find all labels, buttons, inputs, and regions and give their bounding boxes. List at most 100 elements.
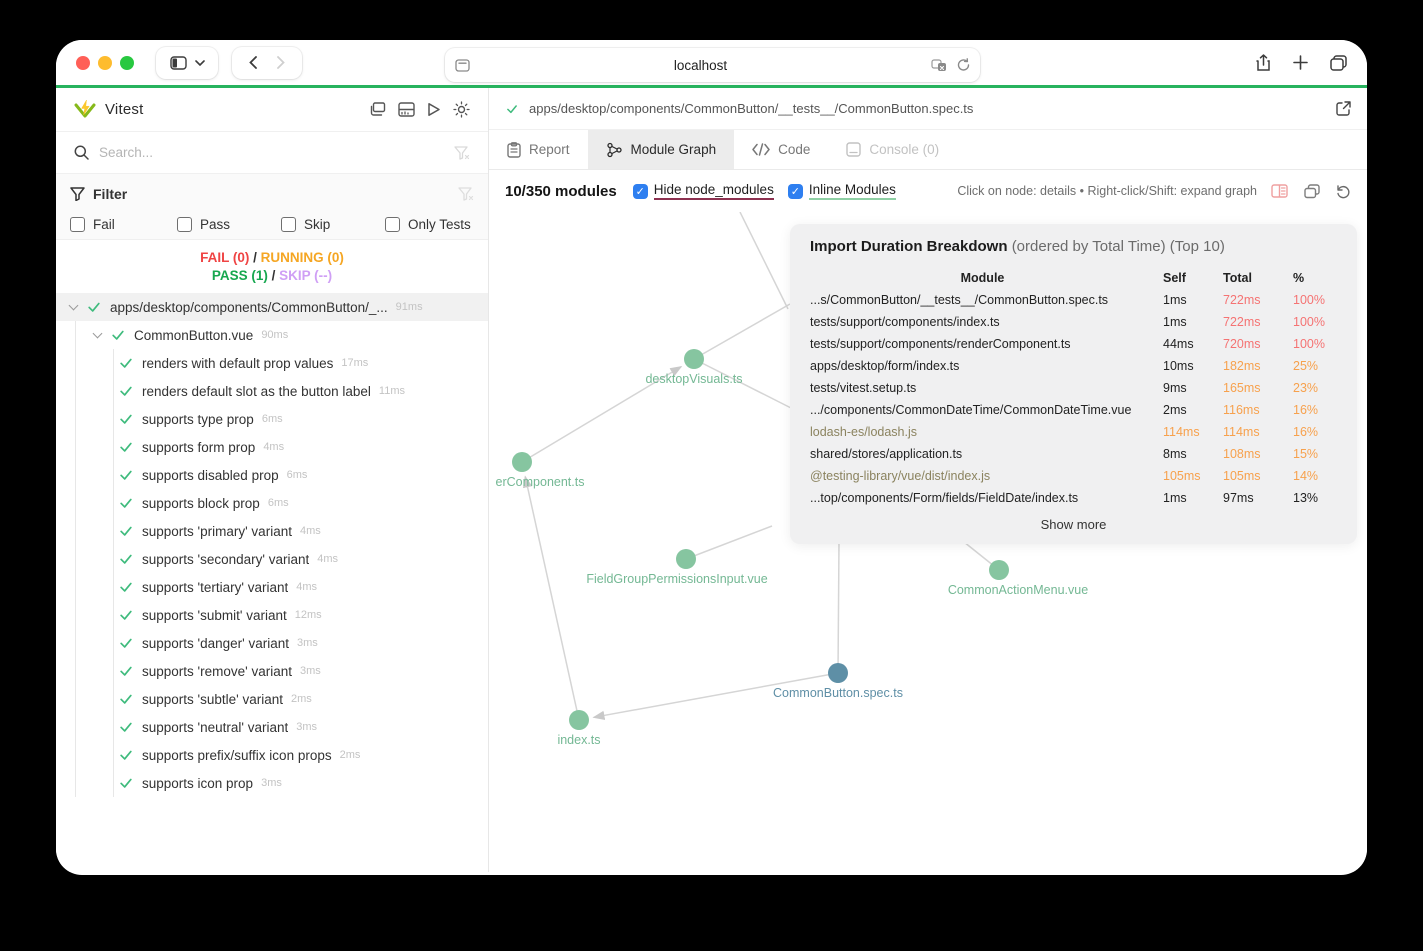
tab-report[interactable]: Report — [489, 130, 588, 169]
test-name: supports block prop — [142, 495, 260, 511]
module-node[interactable] — [828, 663, 848, 683]
zoom-window-button[interactable] — [120, 55, 134, 70]
test-tree-row[interactable]: supports icon prop 3ms — [56, 769, 488, 797]
filter-checkbox-fail[interactable]: Fail — [70, 216, 177, 232]
funnel-icon — [70, 187, 85, 201]
duration-table-row[interactable]: shared/stores/application.ts 8ms 108ms 15% — [810, 443, 1337, 465]
back-button[interactable] — [249, 56, 257, 69]
dashboard-panel-icon[interactable] — [398, 102, 415, 117]
module-node[interactable] — [676, 549, 696, 569]
chevron-down-icon[interactable] — [68, 300, 79, 311]
test-tree-row[interactable]: supports type prop 6ms — [56, 405, 488, 433]
test-tree-row[interactable]: supports form prop 4ms — [56, 433, 488, 461]
check-icon — [120, 694, 132, 704]
duration-table-row[interactable]: @testing-library/vue/dist/index.js 105ms 1… — [810, 465, 1337, 487]
test-tree-row[interactable]: supports 'subtle' variant 2ms — [56, 685, 488, 713]
test-tree-row[interactable]: supports 'primary' variant 4ms — [56, 517, 488, 545]
test-tree-row[interactable]: supports 'tertiary' variant 4ms — [56, 573, 488, 601]
running-count: RUNNING (0) — [260, 250, 344, 265]
check-icon — [120, 414, 132, 424]
module-node-label[interactable]: erComponent.ts — [496, 475, 585, 489]
duration-table-row[interactable]: tests/support/components/index.ts 1ms 722m… — [810, 311, 1337, 333]
minimize-window-button[interactable] — [98, 55, 112, 70]
test-duration: 3ms — [261, 777, 282, 789]
module-node-label[interactable]: desktopVisuals.ts — [645, 372, 742, 386]
test-tree-row[interactable]: supports disabled prop 6ms — [56, 461, 488, 489]
code-icon — [752, 143, 770, 156]
module-node-label[interactable]: index.ts — [557, 733, 600, 747]
module-node[interactable] — [989, 560, 1009, 580]
module-node-label[interactable]: CommonActionMenu.vue — [948, 583, 1088, 597]
show-more-button[interactable]: Show more — [810, 517, 1337, 532]
module-graph-canvas[interactable]: desktopVisuals.ts erComponent.ts FieldGrou… — [489, 212, 1367, 872]
close-window-button[interactable] — [76, 55, 90, 70]
reader-icon[interactable] — [455, 58, 470, 72]
duration-table-row[interactable]: ...s/CommonButton/__tests__/CommonButton… — [810, 289, 1337, 311]
open-in-editor-icon[interactable] — [1336, 101, 1351, 116]
cascade-windows-icon[interactable] — [369, 102, 386, 117]
graph-icon — [606, 142, 623, 158]
test-tree-row[interactable]: supports 'neutral' variant 3ms — [56, 713, 488, 741]
module-node[interactable] — [684, 349, 704, 369]
tab-bar: Report Module Graph Code Console (0) — [489, 130, 1367, 170]
duration-table-row[interactable]: tests/vitest.setup.ts 9ms 165ms 23% — [810, 377, 1337, 399]
test-tree-row[interactable]: supports 'submit' variant 12ms — [56, 601, 488, 629]
forward-button[interactable] — [277, 56, 285, 69]
test-name: supports 'tertiary' variant — [142, 579, 289, 595]
chevron-down-icon[interactable] — [92, 328, 103, 339]
tab-code[interactable]: Code — [734, 130, 828, 169]
hide-node-modules-checkbox[interactable]: ✓ Hide node_modules — [632, 182, 774, 200]
clear-search-filter-icon[interactable] — [454, 145, 470, 160]
test-tree-row[interactable]: renders with default prop values 17ms — [56, 349, 488, 377]
theme-toggle-icon[interactable] — [453, 101, 470, 118]
duration-table-row[interactable]: lodash-es/lodash.js 114ms 114ms 16% — [810, 421, 1337, 443]
duration-table-row[interactable]: apps/desktop/form/index.ts 10ms 182ms 25% — [810, 355, 1337, 377]
run-all-icon[interactable] — [427, 102, 441, 117]
new-tab-icon[interactable] — [1293, 55, 1308, 70]
checkbox-icon[interactable] — [281, 216, 296, 232]
sidebar-toggle-button[interactable] — [156, 46, 218, 79]
translate-icon[interactable] — [931, 58, 947, 72]
tab-module-graph[interactable]: Module Graph — [587, 130, 735, 169]
test-tree-row[interactable]: supports prefix/suffix icon props 2ms — [56, 741, 488, 769]
filter-checkbox-skip[interactable]: Skip — [281, 216, 385, 232]
checked-checkbox-icon[interactable]: ✓ — [632, 183, 648, 199]
test-name: CommonButton.vue — [134, 327, 254, 343]
test-tree-row[interactable]: CommonButton.vue 90ms — [56, 321, 488, 349]
module-graph-toolbar: 10/350 modules ✓ Hide node_modules ✓ Inl… — [489, 170, 1367, 212]
reset-graph-icon[interactable] — [1336, 184, 1351, 199]
test-tree-row[interactable]: supports 'danger' variant 3ms — [56, 629, 488, 657]
test-duration: 3ms — [299, 665, 321, 677]
tab-console-[interactable]: Console (0) — [828, 130, 957, 169]
test-duration: 12ms — [294, 609, 322, 621]
inline-modules-checkbox[interactable]: ✓ Inline Modules — [787, 182, 896, 200]
clear-filters-icon[interactable] — [458, 187, 474, 201]
test-tree-row[interactable]: supports 'secondary' variant 4ms — [56, 545, 488, 573]
duration-table-row[interactable]: .../components/CommonDateTime/CommonDate… — [810, 399, 1337, 421]
url-bar[interactable]: localhost — [445, 48, 980, 82]
export-graph-icon[interactable] — [1304, 183, 1320, 199]
module-node[interactable] — [512, 452, 532, 472]
test-tree-row[interactable]: supports 'remove' variant 3ms — [56, 657, 488, 685]
tabs-overview-icon[interactable] — [1330, 54, 1347, 71]
search-input[interactable] — [99, 145, 454, 160]
checkbox-icon[interactable] — [177, 216, 192, 232]
share-icon[interactable] — [1256, 53, 1271, 72]
module-count: 10/350 modules — [505, 182, 617, 200]
test-tree-row[interactable]: apps/desktop/components/CommonButton/_..… — [56, 293, 488, 321]
duration-table-row[interactable]: ...top/components/Form/fields/FieldDate/… — [810, 487, 1337, 509]
test-duration: 91ms — [395, 301, 423, 313]
module-node-label[interactable]: CommonButton.spec.ts — [773, 686, 903, 700]
test-tree-row[interactable]: supports block prop 6ms — [56, 489, 488, 517]
module-node[interactable] — [569, 710, 589, 730]
module-node-label[interactable]: FieldGroupPermissionsInput.vue — [586, 572, 767, 586]
test-tree-row[interactable]: renders default slot as the button label… — [56, 377, 488, 405]
duration-table-row[interactable]: tests/support/components/renderComponent… — [810, 333, 1337, 355]
filter-checkbox-pass[interactable]: Pass — [177, 216, 281, 232]
checkbox-icon[interactable] — [385, 216, 400, 232]
filter-checkbox-only-tests[interactable]: Only Tests — [385, 216, 471, 232]
checkbox-icon[interactable] — [70, 216, 85, 232]
checked-checkbox-icon[interactable]: ✓ — [787, 183, 803, 199]
reload-icon[interactable] — [957, 58, 970, 72]
node-details-icon[interactable] — [1271, 184, 1288, 198]
